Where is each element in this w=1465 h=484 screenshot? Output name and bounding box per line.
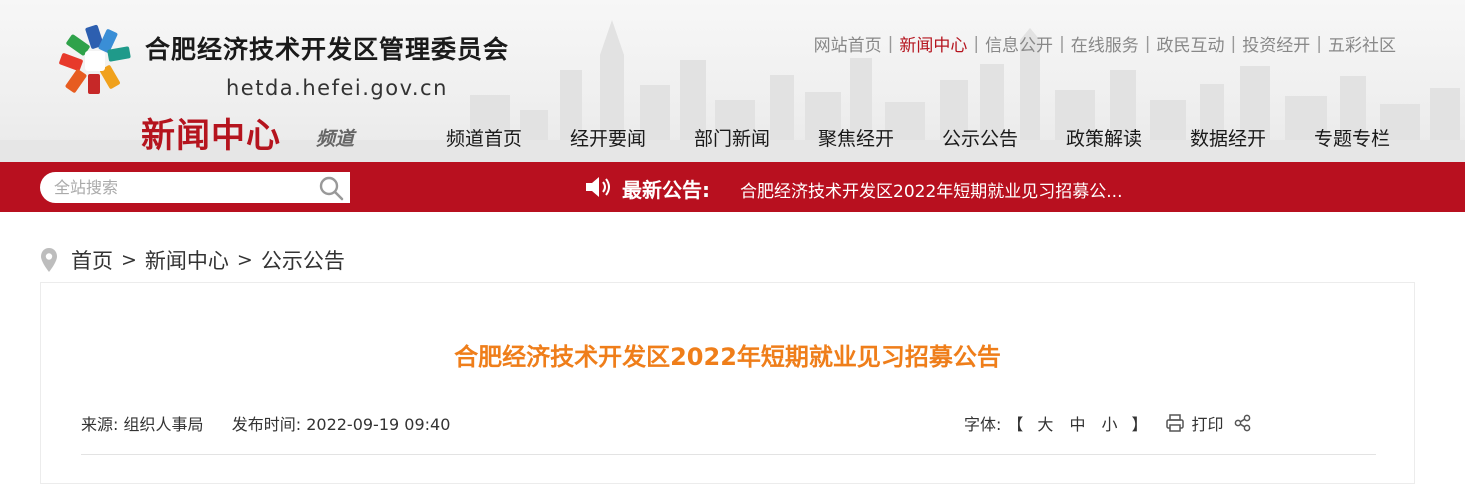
nav-headlines[interactable]: 经开要闻 bbox=[546, 124, 670, 151]
source-label: 来源: bbox=[81, 415, 119, 434]
article-title: 合肥经济技术开发区2022年短期就业见习招募公告 bbox=[454, 343, 1001, 371]
publish-time-label: 发布时间: bbox=[231, 415, 302, 434]
top-link-info-public[interactable]: 信息公开 bbox=[985, 31, 1053, 56]
top-link-community[interactable]: 五彩社区 bbox=[1328, 31, 1396, 56]
breadcrumb-announcements[interactable]: 公示公告 bbox=[261, 245, 345, 275]
channel-name: 新闻中心 bbox=[141, 116, 281, 156]
location-pin-icon bbox=[41, 248, 57, 272]
search-box bbox=[40, 172, 350, 203]
font-bracket-close: 】 bbox=[1131, 415, 1148, 434]
article-meta: 来源: 组织人事局 发布时间: 2022-09-19 09:40 bbox=[81, 411, 450, 435]
font-size-label: 字体: bbox=[964, 415, 1002, 434]
breadcrumb-separator: > bbox=[236, 249, 253, 271]
top-link-interaction[interactable]: 政民互动 bbox=[1157, 31, 1225, 56]
site-domain: hetda.hefei.gov.cn bbox=[226, 76, 448, 100]
breadcrumb: 首页 > 新闻中心 > 公示公告 bbox=[40, 246, 345, 274]
printer-icon[interactable] bbox=[1165, 413, 1185, 433]
top-link-online-service[interactable]: 在线服务 bbox=[1071, 31, 1139, 56]
speaker-icon bbox=[586, 177, 610, 197]
top-link-news-center[interactable]: 新闻中心 bbox=[899, 31, 967, 56]
top-link-separator: | bbox=[1059, 33, 1065, 54]
main-nav: 频道首页 经开要闻 部门新闻 聚焦经开 公示公告 政策解读 数据经开 专题专栏 bbox=[422, 124, 1414, 151]
source-value: 组织人事局 bbox=[123, 415, 204, 434]
article-panel: 合肥经济技术开发区2022年短期就业见习招募公告 来源: 组织人事局 发布时间:… bbox=[40, 282, 1415, 484]
top-link-separator: | bbox=[1230, 33, 1237, 54]
font-size-small-button[interactable]: 小 bbox=[1101, 411, 1117, 435]
nav-announcements[interactable]: 公示公告 bbox=[918, 124, 1042, 151]
nav-policy-interpretation[interactable]: 政策解读 bbox=[1042, 124, 1166, 151]
breadcrumb-separator: > bbox=[121, 249, 137, 271]
nav-channel-home[interactable]: 频道首页 bbox=[422, 124, 546, 151]
meta-divider bbox=[81, 454, 1376, 455]
breadcrumb-home[interactable]: 首页 bbox=[71, 245, 113, 275]
article-tools: 字体: 【 大 中 小 】 打印 bbox=[964, 411, 1252, 435]
notice-bar: 最新公告: 合肥经济技术开发区2022年短期就业见习招募公... bbox=[0, 162, 1465, 212]
site-title: 合肥经济技术开发区管理委员会 bbox=[145, 35, 510, 64]
site-header: 合肥经济技术开发区管理委员会 hetda.hefei.gov.cn 新闻中心 频… bbox=[0, 0, 1465, 162]
top-link-separator: | bbox=[887, 33, 894, 54]
top-link-investment[interactable]: 投资经开 bbox=[1242, 31, 1310, 56]
nav-focus[interactable]: 聚焦经开 bbox=[794, 124, 918, 151]
font-size-large-button[interactable]: 大 bbox=[1037, 411, 1053, 435]
breadcrumb-news-center[interactable]: 新闻中心 bbox=[145, 245, 229, 275]
font-size-medium-button[interactable]: 中 bbox=[1069, 411, 1085, 435]
top-link-home[interactable]: 网站首页 bbox=[814, 31, 882, 56]
search-icon[interactable] bbox=[318, 175, 344, 201]
top-link-separator: | bbox=[1316, 33, 1322, 54]
print-button[interactable]: 打印 bbox=[1191, 411, 1223, 435]
nav-special-topics[interactable]: 专题专栏 bbox=[1290, 124, 1414, 151]
nav-department-news[interactable]: 部门新闻 bbox=[670, 124, 794, 151]
top-links: 网站首页 | 新闻中心 | 信息公开 | 在线服务 | 政民互动 | 投资经开 … bbox=[814, 31, 1396, 57]
top-link-separator: | bbox=[973, 33, 980, 54]
logo-icon bbox=[59, 24, 131, 94]
notice-label: 最新公告: bbox=[622, 178, 710, 202]
publish-time-value: 2022-09-19 09:40 bbox=[306, 415, 451, 434]
search-input[interactable] bbox=[54, 176, 304, 199]
nav-data[interactable]: 数据经开 bbox=[1166, 124, 1290, 151]
share-icon[interactable] bbox=[1234, 414, 1252, 432]
channel-suffix: 频道 bbox=[316, 128, 355, 150]
font-bracket-open: 【 bbox=[1007, 415, 1024, 434]
latest-notice-link[interactable]: 合肥经济技术开发区2022年短期就业见习招募公... bbox=[740, 177, 1122, 202]
top-link-separator: | bbox=[1144, 33, 1151, 54]
